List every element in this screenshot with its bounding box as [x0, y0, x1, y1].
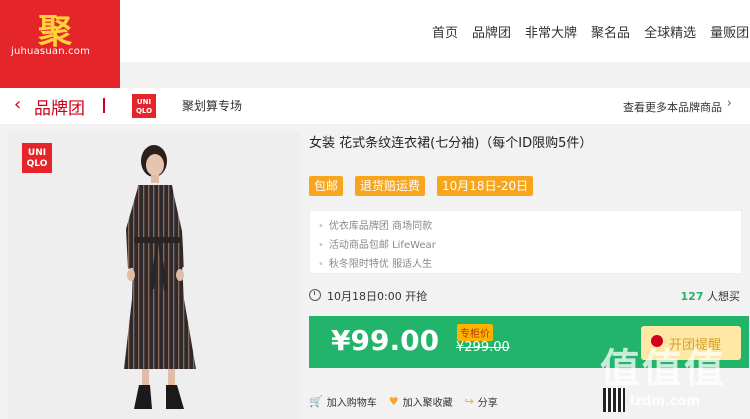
chevron-right-icon[interactable]: ›: [727, 96, 732, 111]
tag-date-range: 10月18日-20日: [437, 176, 534, 196]
site-logo[interactable]: 聚 juhuasuan.com: [0, 0, 120, 88]
uniqlo-logo-top: UNI: [136, 98, 152, 106]
qr-code-icon[interactable]: [603, 388, 625, 412]
want-label: 人想买: [707, 290, 740, 303]
uniqlo-logo-icon: UNI QLO: [22, 143, 52, 173]
tag-return-shipping: 退货赔运费: [355, 176, 426, 196]
want-count: 127 人想买: [681, 288, 740, 304]
uniqlo-logo-top: UNI: [27, 148, 47, 158]
product-image[interactable]: UNI QLO: [8, 131, 300, 419]
bullet-icon: •: [318, 240, 324, 251]
back-arrow-icon[interactable]: ‹: [14, 94, 21, 115]
original-price: ¥299.00: [456, 340, 510, 355]
share-icon: ↪: [464, 395, 474, 408]
add-to-favorites-button[interactable]: ♥ 加入聚收藏: [389, 394, 453, 409]
main-nav: 首页 品牌团 非常大牌 聚名品 全球精选 量贩团: [432, 22, 750, 41]
uniqlo-logo-icon[interactable]: UNI QLO: [132, 94, 156, 118]
cart-icon: 🛒: [309, 395, 323, 408]
title-divider: [103, 98, 105, 113]
highlight-text: 秋冬限时特优 服适人生: [328, 259, 433, 270]
current-price: ¥99.00: [331, 324, 440, 357]
nav-big-brands[interactable]: 非常大牌: [525, 22, 577, 41]
uniqlo-logo-bottom: QLO: [26, 159, 48, 169]
sale-timeline: 10月18日0:00 开抢 127 人想买: [309, 288, 740, 304]
add-to-cart-button[interactable]: 🛒 加入购物车: [309, 394, 377, 409]
product-actions: 🛒 加入购物车 ♥ 加入聚收藏 ↪ 分享: [309, 394, 510, 409]
add-to-cart-label: 加入购物车: [326, 398, 377, 409]
add-to-favorites-label: 加入聚收藏: [402, 398, 453, 409]
bullet-icon: •: [318, 221, 324, 232]
watermark-site: izdm.com: [630, 394, 700, 409]
tag-free-shipping: 包邮: [309, 176, 344, 196]
highlight-text: 优衣库品牌团 商场同款: [328, 221, 433, 232]
counter-price-badge: 专柜价: [457, 324, 493, 341]
highlight-item: • 活动商品包邮 LifeWear: [318, 236, 436, 251]
uniqlo-logo-bottom: QLO: [135, 107, 153, 115]
watermark: 值值值: [600, 346, 726, 392]
product-highlights: • 优衣库品牌团 商场同款 • 活动商品包邮 LifeWear • 秋冬限时特优 服适…: [309, 210, 742, 274]
share-label: 分享: [477, 398, 498, 409]
want-number: 127: [680, 290, 704, 303]
nav-global-select[interactable]: 全球精选: [644, 22, 696, 41]
special-subtitle: 聚划算专场: [182, 99, 243, 113]
product-title: 女装 花式条纹连衣裙(七分袖)（每个ID限购5件）: [309, 136, 593, 151]
nav-bulk-group[interactable]: 量贩团: [710, 22, 749, 41]
bullet-icon: •: [318, 259, 324, 270]
section-title[interactable]: 品牌团: [34, 94, 85, 119]
share-button[interactable]: ↪ 分享: [465, 394, 498, 409]
highlight-item: • 秋冬限时特优 服适人生: [318, 255, 432, 270]
nav-home[interactable]: 首页: [432, 22, 458, 41]
highlight-text: 活动商品包邮 LifeWear: [328, 240, 436, 251]
brand-subheader: ‹ 品牌团 UNI QLO 聚划算专场 查看更多本品牌商品 ›: [0, 88, 750, 125]
promo-tags: 包邮 退货赔运费 10月18日-20日: [309, 176, 545, 196]
nav-luxury[interactable]: 聚名品: [591, 22, 630, 41]
model-photo: [124, 145, 196, 409]
heart-icon: ♥: [388, 395, 399, 408]
logo-domain: juhuasuan.com: [11, 46, 91, 57]
clock-icon: [309, 289, 321, 301]
nav-brand-group[interactable]: 品牌团: [472, 22, 511, 41]
more-products-link[interactable]: 查看更多本品牌商品: [623, 99, 722, 115]
start-time: 10月18日0:00 开抢: [327, 290, 428, 303]
highlight-item: • 优衣库品牌团 商场同款: [318, 217, 432, 232]
